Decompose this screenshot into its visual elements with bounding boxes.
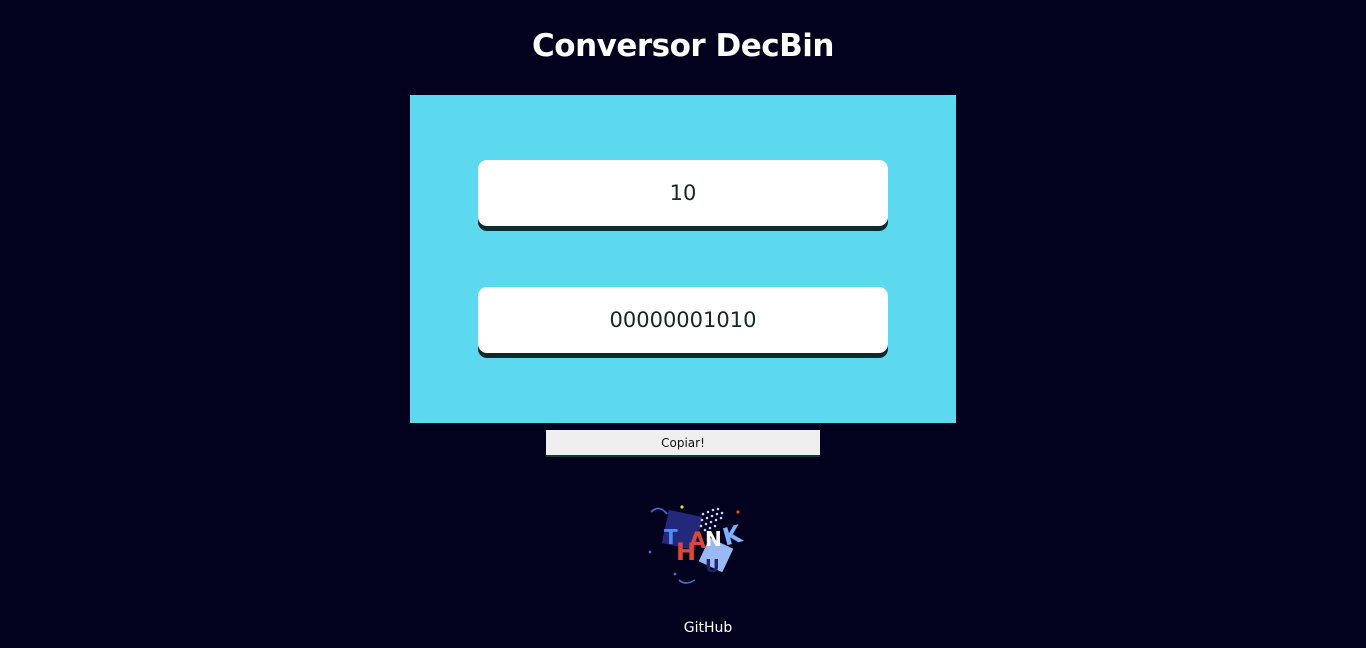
svg-text:U: U <box>705 556 720 577</box>
thank-u-svg: T H A N K U <box>648 505 746 584</box>
github-link[interactable]: GitHub <box>684 620 733 636</box>
footer: GitHub <box>658 617 758 636</box>
thank-u-illustration-icon: T H A N K U <box>645 500 755 590</box>
decimal-input[interactable] <box>478 160 888 226</box>
copy-button[interactable]: Copiar! <box>546 430 820 457</box>
converter-panel <box>410 95 956 423</box>
svg-text:N: N <box>705 527 722 551</box>
page: Conversor DecBin Copiar! <box>0 0 1366 648</box>
page-title: Conversor DecBin <box>532 28 834 64</box>
binary-output[interactable] <box>478 287 888 353</box>
svg-text:A: A <box>689 529 706 554</box>
